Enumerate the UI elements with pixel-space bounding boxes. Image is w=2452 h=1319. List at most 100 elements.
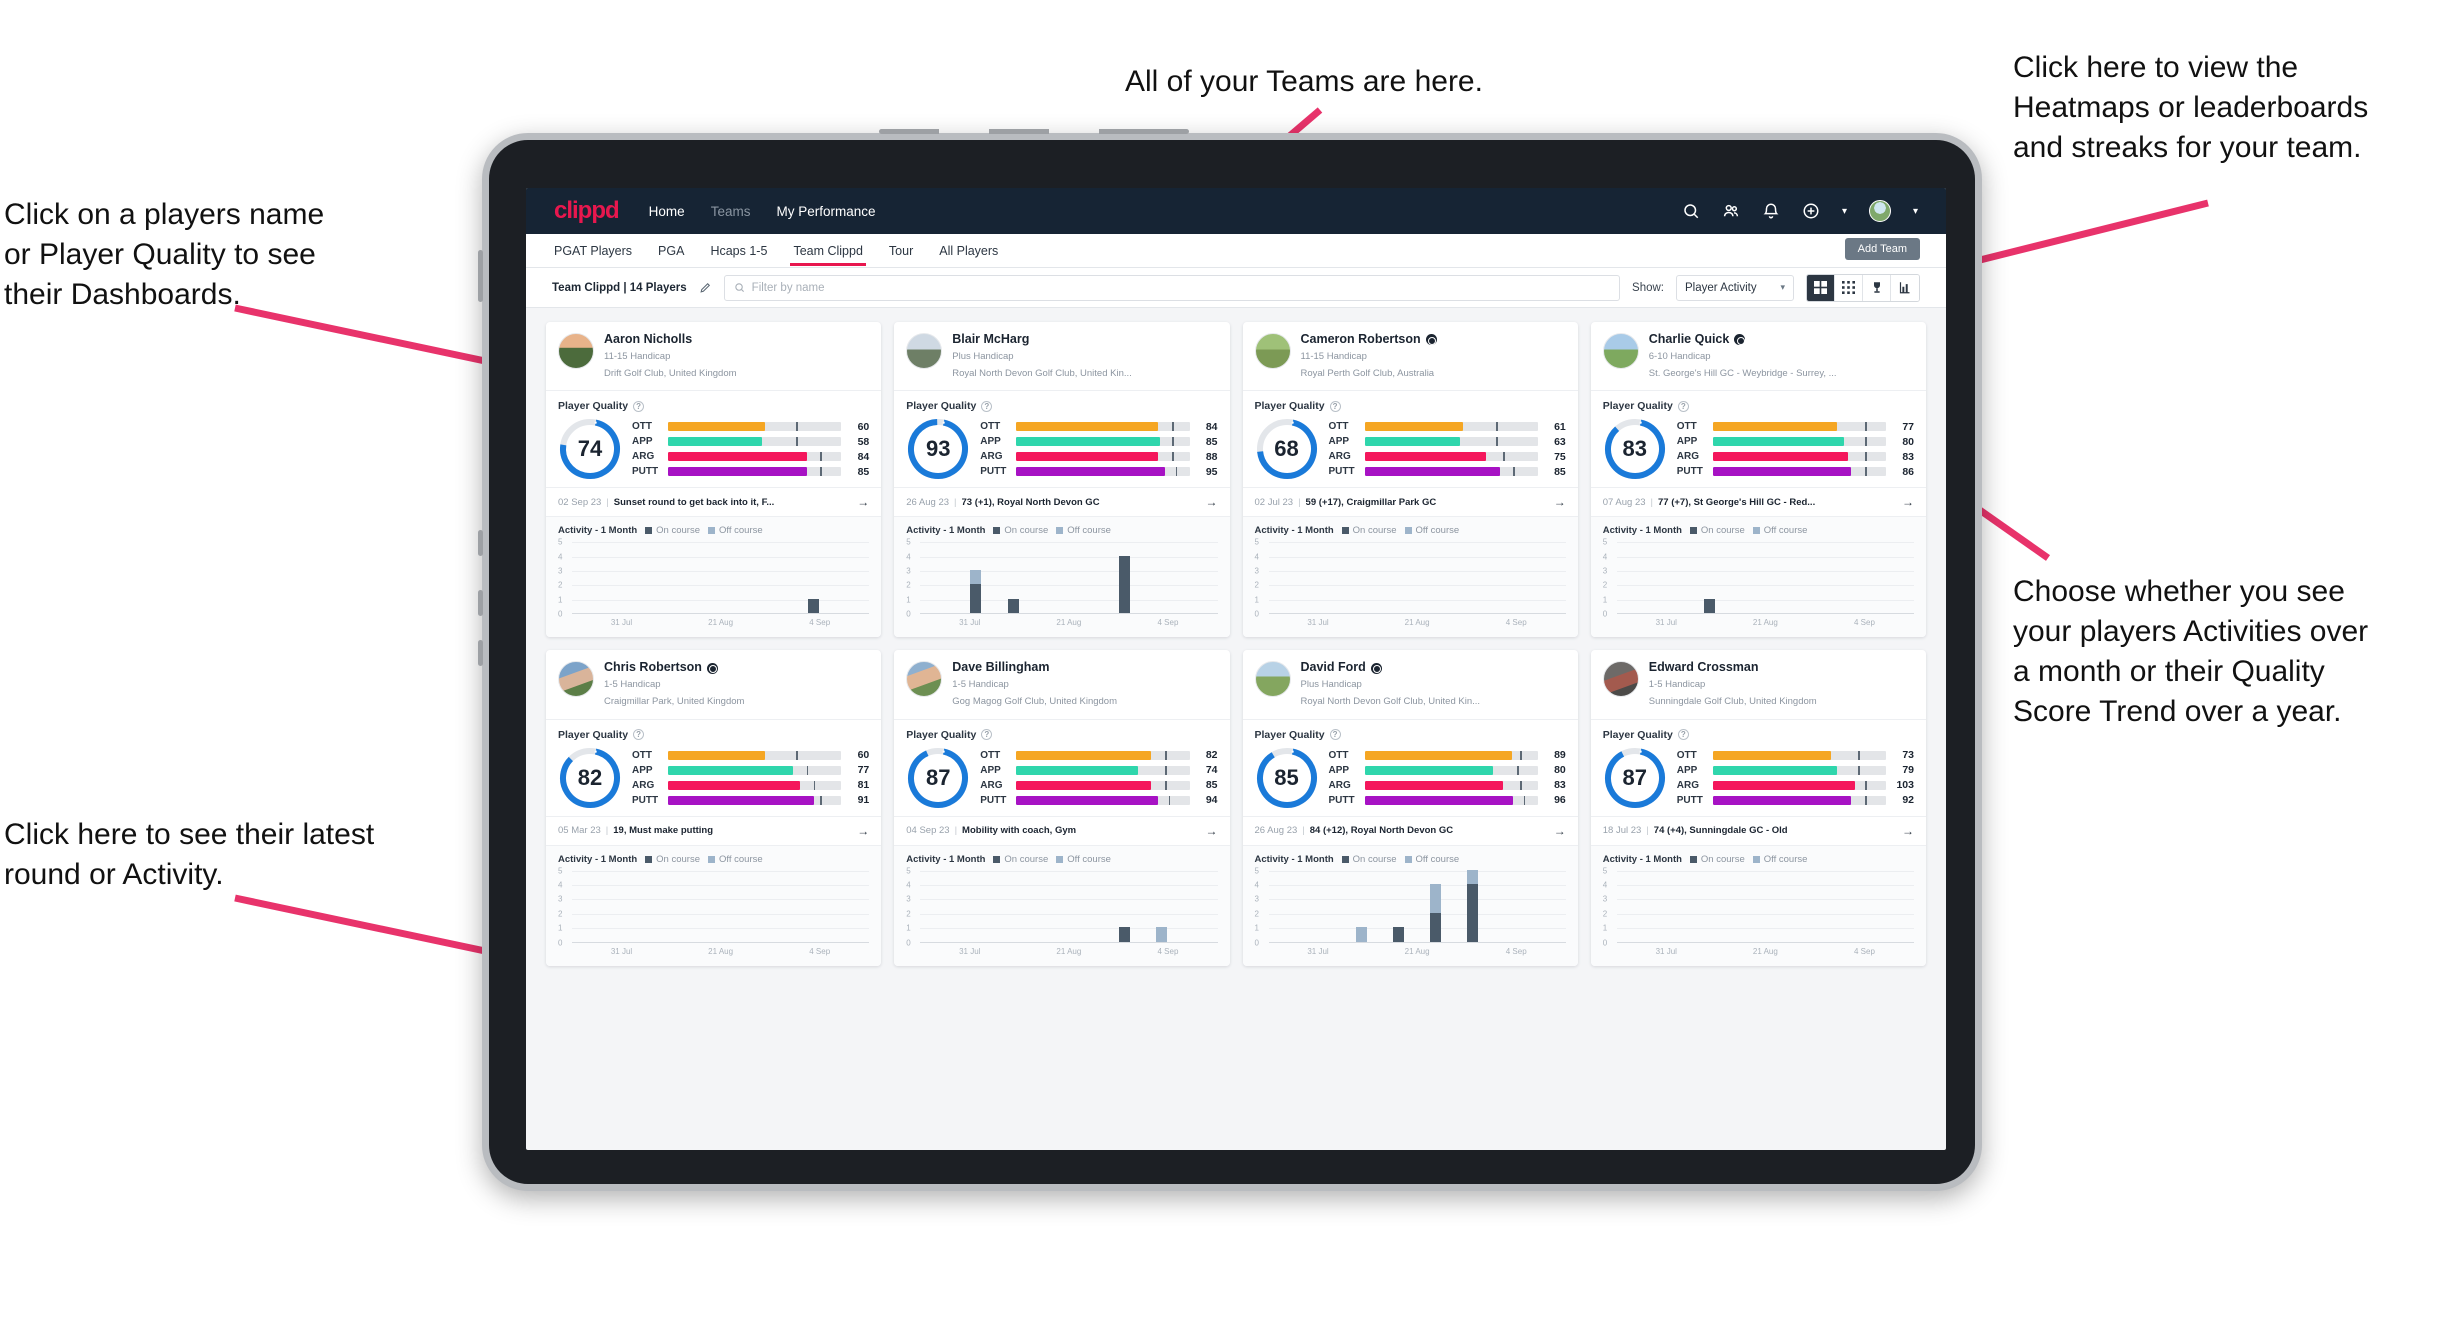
player-card-header[interactable]: David Ford Plus Handicap Royal North Devon… bbox=[1243, 650, 1578, 718]
grid-small-icon[interactable] bbox=[1835, 274, 1863, 301]
nav-my-performance[interactable]: My Performance bbox=[776, 204, 875, 219]
player-card[interactable]: Dave Billingham 1-5 Handicap Gog Magog Gol… bbox=[894, 650, 1230, 966]
player-card-header[interactable]: Chris Robertson 1-5 Handicap Craigmillar P… bbox=[546, 650, 881, 718]
bar-slot bbox=[1380, 871, 1417, 942]
player-card[interactable]: Cameron Robertson 11-15 Handicap Royal Per… bbox=[1242, 322, 1578, 638]
tab-team-clippd[interactable]: Team Clippd bbox=[790, 237, 867, 266]
arrow-right-icon[interactable]: → bbox=[1206, 495, 1218, 509]
player-quality-section[interactable]: Player Quality? 87 OTT 73 APP 79 ARG 103 PUTT 92 bbox=[1590, 718, 1926, 816]
player-card-header[interactable]: Cameron Robertson 11-15 Handicap Royal Per… bbox=[1243, 322, 1578, 390]
search-icon[interactable] bbox=[1682, 202, 1700, 220]
player-card[interactable]: Charlie Quick 6-10 Handicap St. George's H… bbox=[1590, 322, 1926, 638]
latest-round-row[interactable]: 02 Sep 23 | Sunset round to get back into … bbox=[546, 487, 882, 516]
player-card[interactable]: Edward Crossman 1-5 Handicap Sunningdale G… bbox=[1590, 650, 1926, 966]
player-card[interactable]: Aaron Nicholls 11-15 Handicap Drift Golf C… bbox=[546, 322, 882, 638]
bar-slot bbox=[1617, 542, 1654, 613]
player-name[interactable]: Cameron Robertson bbox=[1301, 332, 1437, 347]
player-name[interactable]: Blair McHarg bbox=[952, 332, 1132, 347]
player-name[interactable]: Edward Crossman bbox=[1649, 661, 1817, 675]
latest-round-row[interactable]: 26 Aug 23 | 73 (+1), Royal North Devon GC → bbox=[894, 487, 1230, 516]
player-name[interactable]: Dave Billingham bbox=[952, 661, 1117, 675]
tab-pga[interactable]: PGA bbox=[658, 237, 684, 265]
help-icon[interactable]: ? bbox=[1677, 729, 1689, 741]
help-icon[interactable]: ? bbox=[981, 400, 993, 412]
plus-circle-icon[interactable] bbox=[1802, 202, 1820, 220]
show-select[interactable]: Player Activity ▾ bbox=[1676, 274, 1794, 301]
bar-slot bbox=[1803, 871, 1840, 942]
player-quality-section[interactable]: Player Quality? 68 OTT 61 APP 63 ARG 75 PUTT 85 bbox=[1242, 390, 1578, 487]
activity-chart-section: Activity - 1 Month On course Off course 5 4 3… bbox=[1590, 516, 1926, 638]
help-icon[interactable]: ? bbox=[633, 729, 645, 741]
player-card-header[interactable]: Edward Crossman 1-5 Handicap Sunningdale G… bbox=[1591, 650, 1926, 718]
arrow-right-icon[interactable]: → bbox=[857, 495, 869, 509]
trophy-icon[interactable] bbox=[1863, 274, 1891, 301]
metric-row: APP 85 bbox=[980, 436, 1217, 448]
arrow-right-icon[interactable]: → bbox=[1554, 824, 1566, 838]
player-card-header[interactable]: Aaron Nicholls 11-15 Handicap Drift Golf C… bbox=[546, 322, 881, 390]
player-quality-section[interactable]: Player Quality? 85 OTT 89 APP 80 ARG 83 PUTT 96 bbox=[1242, 718, 1578, 816]
metric-benchmark-tick bbox=[1865, 780, 1867, 790]
latest-round-row[interactable]: 18 Jul 23 | 74 (+4), Sunningdale GC - Old → bbox=[1590, 815, 1926, 845]
metric-row: ARG 83 bbox=[1329, 779, 1566, 791]
pencil-icon[interactable] bbox=[699, 281, 712, 294]
search-input[interactable]: Filter by name bbox=[723, 274, 1621, 301]
metric-row: ARG 103 bbox=[1677, 779, 1914, 791]
help-icon[interactable]: ? bbox=[633, 400, 645, 412]
latest-round-row[interactable]: 05 Mar 23 | 19, Must make putting → bbox=[546, 815, 882, 845]
round-date: 26 Aug 23 bbox=[906, 496, 950, 508]
tab-hcaps-1-5[interactable]: Hcaps 1-5 bbox=[710, 237, 767, 265]
player-avatar bbox=[1254, 333, 1291, 369]
latest-round-row[interactable]: 26 Aug 23 | 84 (+12), Royal North Devon GC… bbox=[1242, 815, 1578, 845]
legend-on-course: On course bbox=[1689, 854, 1745, 865]
avatar[interactable] bbox=[1868, 200, 1891, 222]
activity-bar bbox=[1355, 927, 1367, 942]
chevron-down-icon-add[interactable]: ▾ bbox=[1842, 206, 1847, 217]
player-name[interactable]: Chris Robertson bbox=[604, 661, 744, 675]
verified-badge-icon bbox=[1370, 662, 1382, 674]
player-card[interactable]: Chris Robertson 1-5 Handicap Craigmillar P… bbox=[546, 650, 882, 966]
nav-home[interactable]: Home bbox=[649, 204, 685, 219]
people-icon[interactable] bbox=[1722, 202, 1740, 220]
player-quality-section[interactable]: Player Quality? 74 OTT 60 APP 58 ARG 84 PUTT 85 bbox=[546, 390, 882, 487]
latest-round-row[interactable]: 04 Sep 23 | Mobility with coach, Gym → bbox=[894, 815, 1230, 845]
round-separator: | bbox=[954, 496, 957, 508]
heatmap-icon[interactable] bbox=[1891, 274, 1919, 301]
arrow-right-icon[interactable]: → bbox=[857, 824, 869, 838]
player-club: Royal North Devon Golf Club, United Kin.… bbox=[1300, 695, 1481, 707]
player-quality-section[interactable]: Player Quality? 87 OTT 82 APP 74 ARG 85 PUTT 94 bbox=[894, 718, 1230, 816]
player-card-header[interactable]: Charlie Quick 6-10 Handicap St. George's H… bbox=[1591, 322, 1926, 390]
metric-label: ARG bbox=[980, 779, 1003, 791]
bar-slot bbox=[832, 871, 869, 942]
arrow-right-icon[interactable]: → bbox=[1206, 824, 1218, 838]
bell-icon[interactable] bbox=[1762, 202, 1780, 220]
grid-large-icon[interactable] bbox=[1807, 274, 1835, 301]
help-icon[interactable]: ? bbox=[981, 729, 993, 741]
player-quality-section[interactable]: Player Quality? 83 OTT 77 APP 80 ARG 83 PUTT 86 bbox=[1590, 390, 1926, 487]
player-quality-section[interactable]: Player Quality? 82 OTT 60 APP 77 ARG 81 PUTT 91 bbox=[546, 718, 882, 816]
help-icon[interactable]: ? bbox=[1677, 400, 1689, 412]
player-name[interactable]: Aaron Nicholls bbox=[604, 332, 737, 347]
player-quality-section[interactable]: Player Quality? 93 OTT 84 APP 85 ARG 88 PUTT 95 bbox=[894, 390, 1230, 487]
player-card-header[interactable]: Dave Billingham 1-5 Handicap Gog Magog Gol… bbox=[894, 650, 1229, 718]
help-icon[interactable]: ? bbox=[1329, 729, 1341, 741]
player-name[interactable]: Charlie Quick bbox=[1649, 332, 1837, 347]
player-name[interactable]: David Ford bbox=[1301, 661, 1481, 675]
player-card[interactable]: Blair McHarg Plus Handicap Royal North Dev… bbox=[894, 322, 1230, 638]
arrow-right-icon[interactable]: → bbox=[1554, 495, 1566, 509]
latest-round-row[interactable]: 02 Jul 23 | 59 (+17), Craigmillar Park GC → bbox=[1242, 487, 1578, 516]
latest-round-row[interactable]: 07 Aug 23 | 77 (+7), St George's Hill GC -… bbox=[1590, 487, 1926, 516]
nav-teams[interactable]: Teams bbox=[711, 204, 751, 219]
tablet-button-power bbox=[478, 250, 483, 302]
tab-tour[interactable]: Tour bbox=[889, 237, 913, 265]
player-card[interactable]: David Ford Plus Handicap Royal North Devon… bbox=[1242, 650, 1578, 966]
tab-all-players[interactable]: All Players bbox=[939, 237, 998, 265]
chevron-down-icon-profile[interactable]: ▾ bbox=[1913, 206, 1918, 217]
clippd-logo[interactable]: clippd bbox=[554, 197, 620, 225]
add-team-button[interactable]: Add Team bbox=[1844, 238, 1920, 260]
tab-pgat-players[interactable]: PGAT Players bbox=[554, 237, 632, 265]
x-axis-tick: 21 Aug bbox=[1404, 946, 1430, 956]
player-card-header[interactable]: Blair McHarg Plus Handicap Royal North Dev… bbox=[894, 322, 1229, 390]
help-icon[interactable]: ? bbox=[1329, 400, 1341, 412]
arrow-right-icon[interactable]: → bbox=[1902, 495, 1914, 509]
arrow-right-icon[interactable]: → bbox=[1902, 824, 1914, 838]
